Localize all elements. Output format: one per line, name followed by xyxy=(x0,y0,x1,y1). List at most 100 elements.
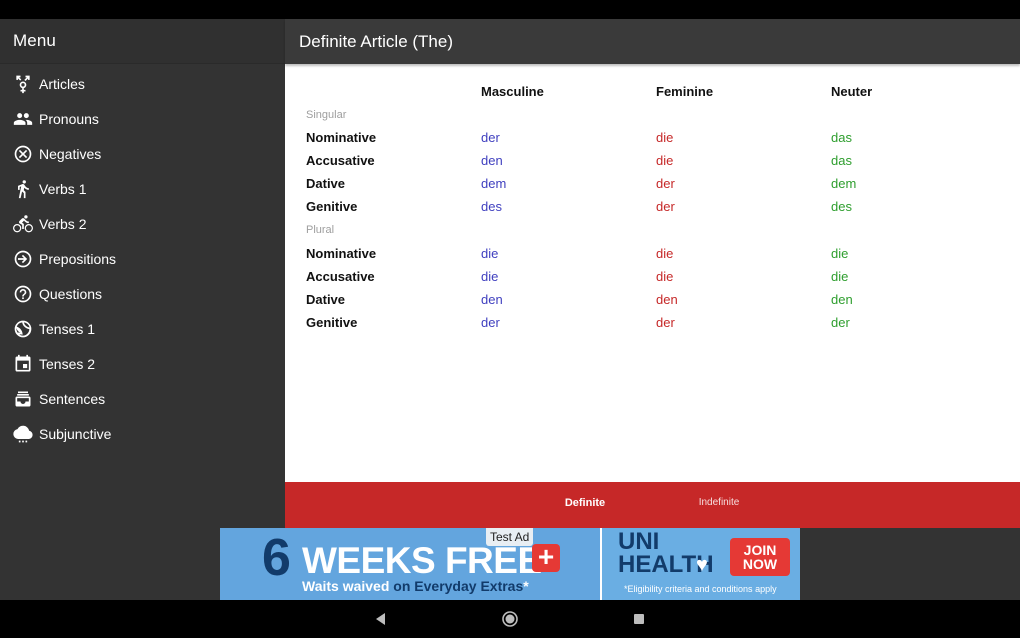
article-feminine: den xyxy=(656,292,678,307)
sidebar-item-articles[interactable]: Articles xyxy=(0,66,285,101)
tennis-ball-icon xyxy=(13,319,33,339)
sidebar-item-prepositions[interactable]: Prepositions xyxy=(0,241,285,276)
people-icon xyxy=(13,109,33,129)
tab-definite[interactable]: Definite xyxy=(540,482,630,528)
article-feminine: die xyxy=(656,246,674,261)
ad-headline: WEEKS FREE xyxy=(302,540,542,581)
article-neuter: dem xyxy=(831,176,857,191)
column-header-feminine: Feminine xyxy=(656,84,714,99)
table-row: Dative dem der dem xyxy=(285,172,1020,195)
article-neuter: des xyxy=(831,199,852,214)
sidebar-item-label: Sentences xyxy=(39,390,106,407)
ad-left-panel: 6 WEEKS FREE + Waits waived on Everyday … xyxy=(220,528,600,600)
sidebar-item-verbs-1[interactable]: Verbs 1 xyxy=(0,171,285,206)
table-row: Dative den den den xyxy=(285,288,1020,311)
column-header-neuter: Neuter xyxy=(831,84,873,99)
column-header-masculine: Masculine xyxy=(481,84,544,99)
system-nav-bar xyxy=(0,600,1020,638)
gender-icon xyxy=(13,74,33,94)
table-row: Accusative den die das xyxy=(285,149,1020,172)
ad-sub-suffix: * xyxy=(523,578,529,594)
sidebar-title: Menu xyxy=(13,31,56,50)
article-feminine: die xyxy=(656,130,674,145)
article-neuter: die xyxy=(831,269,849,284)
sidebar-item-tenses-1[interactable]: Tenses 1 xyxy=(0,311,285,346)
table-row: Genitive des der des xyxy=(285,195,1020,218)
case-label: Accusative xyxy=(306,269,375,284)
section-label-singular: Singular xyxy=(306,109,347,121)
sidebar-header: Menu xyxy=(0,19,285,64)
article-feminine: die xyxy=(656,153,674,168)
sidebar: Menu Articles Pronouns Negatives Verbs 1 xyxy=(0,19,285,528)
case-label: Genitive xyxy=(306,199,358,214)
article-neuter: den xyxy=(831,292,853,307)
sidebar-item-pronouns[interactable]: Pronouns xyxy=(0,101,285,136)
sidebar-item-label: Prepositions xyxy=(39,250,117,267)
table-row: Nominative der die das xyxy=(285,126,1020,149)
tab-indefinite[interactable]: Indefinite xyxy=(674,482,764,528)
inbox-stack-icon xyxy=(13,389,33,409)
bottom-tab-bar: Definite Indefinite xyxy=(285,482,1020,528)
ad-sub-accent: on Everyday Extras xyxy=(393,578,524,594)
case-label: Accusative xyxy=(306,153,375,168)
article-masculine: den xyxy=(481,292,503,307)
sidebar-item-label: Questions xyxy=(39,285,103,302)
section-label-row: Singular xyxy=(285,104,1020,127)
app-bar: Definite Article (The) xyxy=(285,19,1020,64)
sidebar-list: Articles Pronouns Negatives Verbs 1 Verb… xyxy=(0,64,285,451)
sidebar-item-subjunctive[interactable]: Subjunctive xyxy=(0,416,285,451)
article-feminine: der xyxy=(656,199,675,214)
article-masculine: die xyxy=(481,269,499,284)
sidebar-item-questions[interactable]: Questions xyxy=(0,276,285,311)
article-masculine: die xyxy=(481,246,499,261)
ad-sub-prefix: Waits waived xyxy=(302,578,390,594)
sidebar-item-label: Tenses 2 xyxy=(39,355,96,372)
recents-icon[interactable] xyxy=(629,609,649,629)
question-circle-icon xyxy=(13,284,33,304)
case-label: Dative xyxy=(306,292,346,307)
section-label-plural: Plural xyxy=(306,224,335,236)
walk-icon xyxy=(13,179,33,199)
sidebar-item-label: Verbs 2 xyxy=(39,215,87,232)
heart-icon: ♥ xyxy=(696,554,708,576)
back-icon[interactable] xyxy=(371,609,391,629)
section-label-row: Plural xyxy=(285,219,1020,242)
sidebar-item-label: Subjunctive xyxy=(39,425,112,442)
table-row: Accusative die die die xyxy=(285,265,1020,288)
article-feminine: der xyxy=(656,176,675,191)
article-masculine: der xyxy=(481,130,500,145)
case-label: Genitive xyxy=(306,315,358,330)
ad-banner[interactable]: 6 WEEKS FREE + Waits waived on Everyday … xyxy=(220,528,800,600)
sidebar-item-sentences[interactable]: Sentences xyxy=(0,381,285,416)
main-panel: Definite Article (The) Masculine Feminin… xyxy=(285,19,1020,528)
article-masculine: dem xyxy=(481,176,507,191)
sidebar-item-label: Articles xyxy=(39,75,85,92)
sidebar-item-tenses-2[interactable]: Tenses 2 xyxy=(0,346,285,381)
ad-brand-line1: UNI xyxy=(618,528,660,555)
ad-subline: Waits waived on Everyday Extras* xyxy=(302,578,529,594)
page-title: Definite Article (The) xyxy=(299,31,453,51)
ad-join-button[interactable]: JOIN NOW xyxy=(730,538,790,576)
article-masculine: des xyxy=(481,199,502,214)
sidebar-item-verbs-2[interactable]: Verbs 2 xyxy=(0,206,285,241)
article-masculine: der xyxy=(481,315,500,330)
case-label: Dative xyxy=(306,176,346,191)
sidebar-item-label: Pronouns xyxy=(39,110,99,127)
article-neuter: das xyxy=(831,153,852,168)
cancel-circle-icon xyxy=(13,144,33,164)
ad-fine-print: *Eligibility criteria and conditions app… xyxy=(624,584,777,594)
bike-icon xyxy=(13,214,33,234)
article-neuter: das xyxy=(831,130,852,145)
article-neuter: die xyxy=(831,246,849,261)
arrow-circle-icon xyxy=(13,249,33,269)
article-feminine: der xyxy=(656,315,675,330)
weather-cloud-icon xyxy=(13,424,33,444)
sidebar-item-label: Verbs 1 xyxy=(39,180,87,197)
case-label: Nominative xyxy=(306,246,377,261)
sidebar-item-negatives[interactable]: Negatives xyxy=(0,136,285,171)
table-row: Nominative die die die xyxy=(285,242,1020,265)
table-header-row: Masculine Feminine Neuter xyxy=(285,80,1020,103)
home-icon[interactable] xyxy=(500,609,520,629)
case-label: Nominative xyxy=(306,130,377,145)
test-ad-badge: Test Ad xyxy=(486,528,534,546)
